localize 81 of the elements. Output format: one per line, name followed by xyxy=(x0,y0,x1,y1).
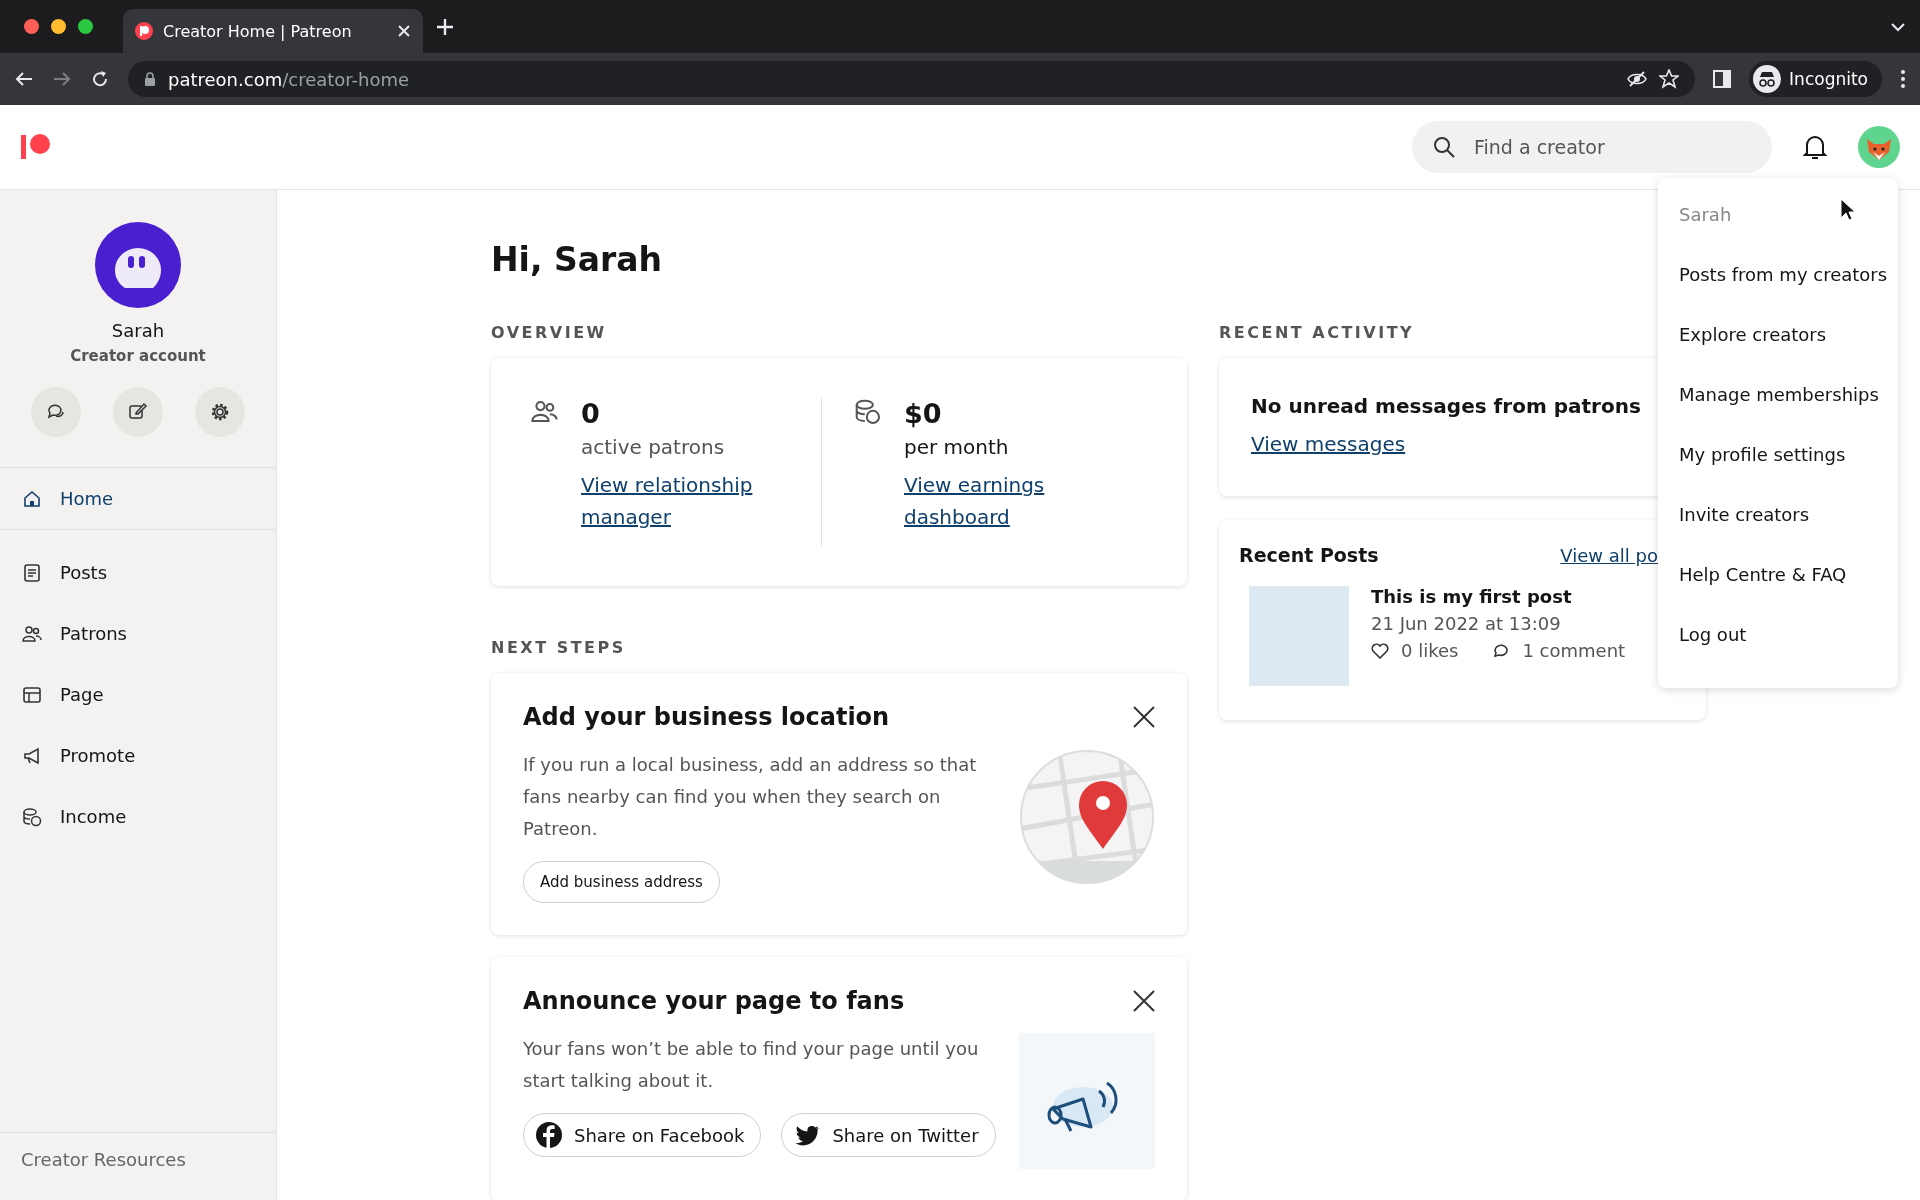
layout-icon xyxy=(22,684,42,705)
link[interactable]: View earnings dashboard xyxy=(904,469,1144,533)
add-address-button[interactable]: Add business address xyxy=(523,861,720,903)
incognito-icon xyxy=(1753,65,1782,93)
tab-title: Creator Home | Patreon xyxy=(163,21,353,41)
people-icon xyxy=(22,623,42,644)
edit-button[interactable] xyxy=(113,387,163,437)
menu-item[interactable]: Help Centre & FAQ xyxy=(1679,564,1898,624)
stat-value: $0 xyxy=(904,398,943,429)
chevron-down-icon[interactable] xyxy=(1890,20,1906,33)
document-icon xyxy=(22,562,42,583)
window-control[interactable] xyxy=(51,19,66,34)
card-title: Announce your page to fans xyxy=(523,987,905,1015)
post-thumbnail[interactable] xyxy=(1249,586,1349,686)
window-control[interactable] xyxy=(78,19,93,34)
section-heading: OVERVIEW xyxy=(491,323,608,342)
eye-slash-icon[interactable] xyxy=(1627,70,1648,88)
menu-item[interactable]: Invite creators xyxy=(1679,504,1898,564)
stat-label: active patrons xyxy=(581,435,726,459)
stat-label: per month xyxy=(904,435,1010,459)
menu-item[interactable]: Log out xyxy=(1679,624,1898,684)
search-bar[interactable]: Find a creator xyxy=(1412,121,1772,173)
page-title: Hi, Sarah xyxy=(491,240,663,279)
close-icon[interactable] xyxy=(1133,990,1155,1012)
more-icon[interactable] xyxy=(1900,69,1906,89)
menu-header: Sarah xyxy=(1679,204,1732,227)
heart-icon xyxy=(1371,642,1389,659)
card-description: Your fans won’t be able to find your page until you start talking about it. xyxy=(523,1037,980,1093)
url-text: patreon.com/creator-home xyxy=(168,68,411,90)
account-type: Creator account xyxy=(70,347,206,365)
messages-button[interactable] xyxy=(31,387,81,437)
link[interactable]: View all po xyxy=(1560,544,1658,566)
share-button[interactable]: Share on Facebook xyxy=(523,1113,762,1157)
card-description: If you run a local business, add an address so that fans nearby can find you when they search on Patreon. xyxy=(523,753,978,841)
card-title: Add your business location xyxy=(523,703,890,731)
nav-item[interactable]: Page xyxy=(0,664,276,725)
sidebar-icon[interactable] xyxy=(1713,70,1732,88)
menu-item[interactable]: Posts from my creators xyxy=(1679,264,1898,324)
lock-icon xyxy=(144,71,156,87)
card-title: No unread messages from patrons xyxy=(1251,394,1642,418)
resources-link[interactable]: Creator Resources xyxy=(0,1132,276,1200)
settings-button[interactable] xyxy=(195,387,245,437)
coins-icon xyxy=(22,806,42,827)
home-icon xyxy=(22,488,42,509)
incognito-button[interactable]: Incognito xyxy=(1749,61,1882,97)
nav-item[interactable]: Posts xyxy=(0,542,276,603)
share-button[interactable]: Share on Twitter xyxy=(781,1113,996,1157)
cursor-icon xyxy=(1840,198,1856,222)
star-icon[interactable] xyxy=(1659,69,1680,89)
avatar-icon[interactable] xyxy=(95,222,181,308)
browser-tab[interactable]: Creator Home | Patreon xyxy=(123,9,423,53)
comments-count: 1 comment xyxy=(1522,640,1626,661)
reload-icon[interactable] xyxy=(90,69,110,89)
search-field[interactable]: Find a creator xyxy=(1472,135,1736,159)
facebook-icon xyxy=(536,1122,562,1148)
comment-icon xyxy=(1492,642,1511,659)
nav-item[interactable]: Promote xyxy=(0,725,276,786)
menu-item[interactable]: Explore creators xyxy=(1679,324,1898,384)
likes-count: 0 likes xyxy=(1401,640,1459,661)
menu-item[interactable]: My profile settings xyxy=(1679,444,1898,504)
link[interactable]: View relationship manager xyxy=(581,469,821,533)
bell-icon[interactable] xyxy=(1802,133,1828,161)
stat-value: 0 xyxy=(581,398,601,429)
card-title: Recent Posts xyxy=(1239,544,1379,566)
patreon-logo-icon xyxy=(135,22,153,40)
settings-icon xyxy=(209,401,231,423)
coins-icon xyxy=(854,398,882,426)
section-heading: NEXT STEPS xyxy=(491,638,627,657)
nav-item[interactable]: Patrons xyxy=(0,603,276,664)
address-bar[interactable]: patreon.com/creator-home xyxy=(128,61,1696,97)
search-icon xyxy=(1432,135,1456,159)
megaphone-icon xyxy=(22,745,42,766)
post-title[interactable]: This is my first post xyxy=(1371,586,1626,607)
avatar-icon[interactable] xyxy=(1858,126,1900,168)
close-icon[interactable] xyxy=(1133,706,1155,728)
menu-item[interactable]: Manage memberships xyxy=(1679,384,1898,444)
nav-item[interactable]: Income xyxy=(0,786,276,847)
window-control[interactable] xyxy=(24,19,39,34)
post-date: 21 Jun 2022 at 13:09 xyxy=(1371,613,1562,634)
user-name[interactable]: Sarah xyxy=(111,320,165,341)
nav-item[interactable]: Home xyxy=(0,468,276,530)
